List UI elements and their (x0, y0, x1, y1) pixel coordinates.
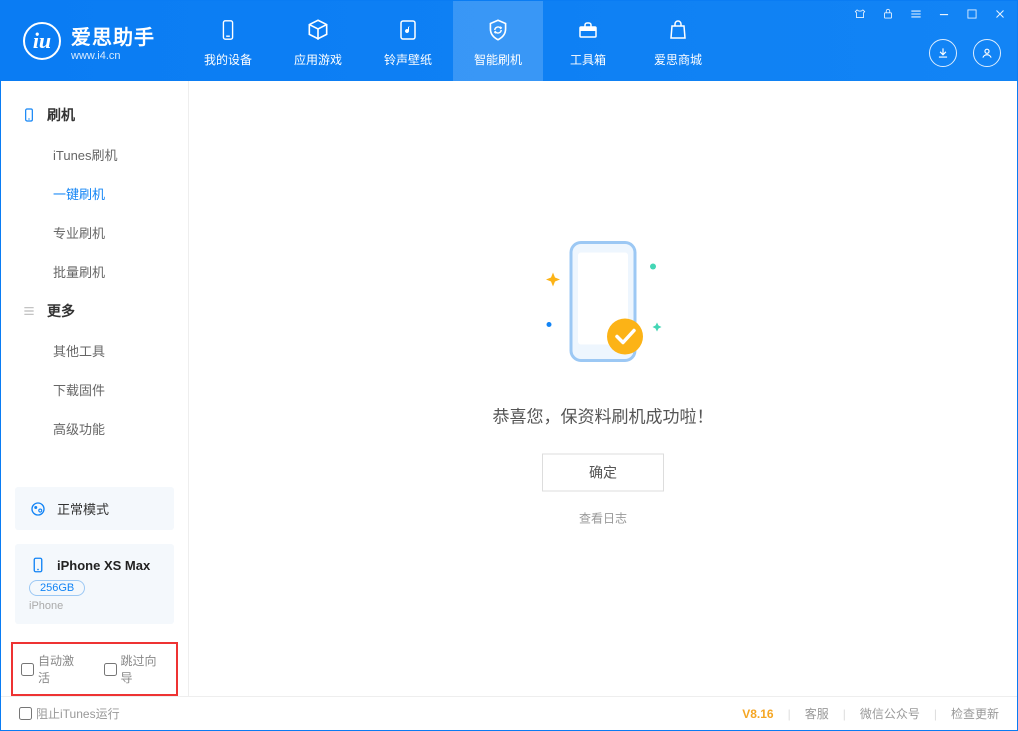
list-icon (21, 303, 37, 319)
user-button[interactable] (973, 39, 1001, 67)
checkbox-auto-activate[interactable]: 自动激活 (21, 652, 86, 686)
device-icon (213, 15, 243, 45)
tab-toolbox[interactable]: 工具箱 (543, 1, 633, 81)
device-name: iPhone XS Max (57, 558, 150, 573)
main-area: 恭喜您，保资料刷机成功啦！ 确定 查看日志 (189, 81, 1017, 696)
sidebar-item-pro-flash[interactable]: 专业刷机 (1, 213, 188, 252)
music-icon (393, 15, 423, 45)
sidebar-item-itunes-flash[interactable]: iTunes刷机 (1, 135, 188, 174)
device-icon (29, 556, 47, 574)
app-name: 爱思助手 (71, 21, 155, 50)
tab-store[interactable]: 爱思商城 (633, 1, 723, 81)
minimize-icon[interactable] (937, 7, 951, 21)
logo-text: 爱思助手 www.i4.cn (71, 21, 155, 62)
header: iu 爱思助手 www.i4.cn 我的设备 应用游戏 铃声壁纸 智能刷机 (1, 1, 1017, 81)
tab-apps[interactable]: 应用游戏 (273, 1, 363, 81)
version-label: V8.16 (742, 707, 773, 721)
sidebar-group-more: 更多 (1, 291, 188, 331)
mode-card[interactable]: 正常模式 (15, 487, 174, 530)
success-message: 恭喜您，保资料刷机成功啦！ (403, 403, 803, 428)
sidebar-item-oneclick-flash[interactable]: 一键刷机 (1, 174, 188, 213)
footer: 阻止iTunes运行 V8.16 | 客服 | 微信公众号 | 检查更新 (1, 696, 1017, 730)
mode-icon (29, 500, 47, 518)
close-icon[interactable] (993, 7, 1007, 21)
sidebar-group-flash: 刷机 (1, 95, 188, 135)
footer-link-support[interactable]: 客服 (805, 705, 829, 722)
device-type: iPhone (29, 600, 160, 612)
cube-icon (303, 15, 333, 45)
footer-link-wechat[interactable]: 微信公众号 (860, 705, 920, 722)
sidebar-item-download-fw[interactable]: 下载固件 (1, 370, 188, 409)
lock-icon[interactable] (881, 7, 895, 21)
device-capacity: 256GB (29, 580, 85, 596)
menu-icon[interactable] (909, 7, 923, 21)
tab-flash[interactable]: 智能刷机 (453, 1, 543, 81)
download-button[interactable] (929, 39, 957, 67)
logo-icon: iu (23, 22, 61, 60)
view-log-link[interactable]: 查看日志 (579, 510, 627, 527)
sidebar-item-other-tools[interactable]: 其他工具 (1, 331, 188, 370)
body: 刷机 iTunes刷机 一键刷机 专业刷机 批量刷机 更多 其他工具 下载固件 … (1, 81, 1017, 696)
header-tabs: 我的设备 应用游戏 铃声壁纸 智能刷机 工具箱 爱思商城 (183, 1, 723, 81)
header-right (929, 39, 1001, 67)
bag-icon (663, 15, 693, 45)
sidebar-item-advanced[interactable]: 高级功能 (1, 409, 188, 448)
sidebar-item-batch-flash[interactable]: 批量刷机 (1, 252, 188, 291)
success-illustration (523, 225, 683, 385)
device-card[interactable]: iPhone XS Max 256GB iPhone (15, 544, 174, 624)
refresh-shield-icon (483, 15, 513, 45)
tab-ringtones[interactable]: 铃声壁纸 (363, 1, 453, 81)
phone-icon (21, 107, 37, 123)
app-window: iu 爱思助手 www.i4.cn 我的设备 应用游戏 铃声壁纸 智能刷机 (0, 0, 1018, 731)
ok-button[interactable]: 确定 (542, 454, 664, 492)
shirt-icon[interactable] (853, 7, 867, 21)
result-panel: 恭喜您，保资料刷机成功啦！ 确定 查看日志 (403, 225, 803, 528)
footer-link-update[interactable]: 检查更新 (951, 705, 999, 722)
window-controls (853, 7, 1007, 21)
sidebar: 刷机 iTunes刷机 一键刷机 专业刷机 批量刷机 更多 其他工具 下载固件 … (1, 81, 189, 696)
checkbox-block-itunes[interactable]: 阻止iTunes运行 (19, 705, 120, 722)
tab-my-device[interactable]: 我的设备 (183, 1, 273, 81)
toolbox-icon (573, 15, 603, 45)
app-logo: iu 爱思助手 www.i4.cn (23, 21, 155, 62)
maximize-icon[interactable] (965, 7, 979, 21)
checkbox-skip-guide[interactable]: 跳过向导 (104, 652, 169, 686)
highlighted-options: 自动激活 跳过向导 (11, 642, 178, 696)
app-url: www.i4.cn (71, 50, 155, 62)
